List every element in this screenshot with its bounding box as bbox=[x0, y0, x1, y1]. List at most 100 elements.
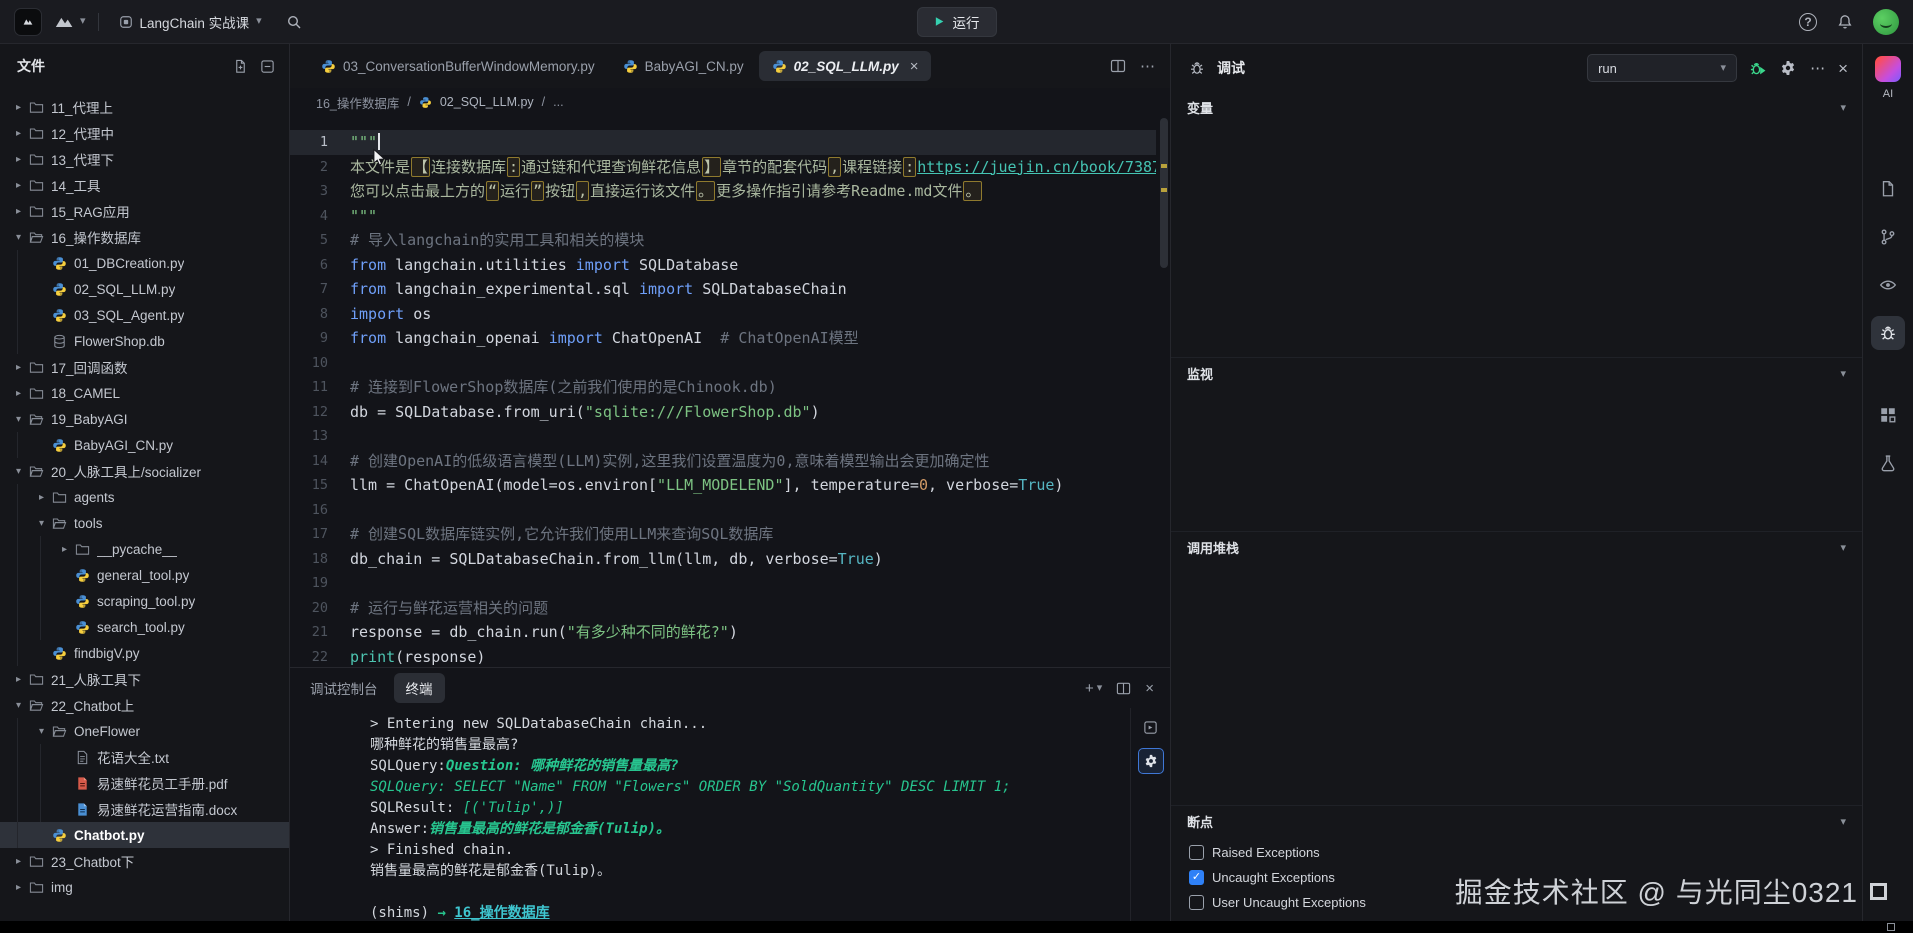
code-line[interactable]: 22print(response) bbox=[290, 645, 1156, 668]
breadcrumb[interactable]: 16_操作数据库 / 02_SQL_LLM.py / ... bbox=[290, 88, 1170, 116]
tree-item[interactable]: 02_SQL_LLM.py bbox=[0, 276, 289, 302]
code-line[interactable]: 12db = SQLDatabase.from_uri("sqlite:///F… bbox=[290, 400, 1156, 425]
line-number[interactable]: 22 bbox=[290, 645, 350, 668]
test-flask-icon[interactable] bbox=[1871, 446, 1905, 480]
line-number[interactable]: 14 bbox=[290, 449, 350, 474]
chevron-down-icon[interactable]: ▾ bbox=[10, 700, 27, 711]
code-line[interactable]: 5# 导入langchain的实用工具和相关的模块 bbox=[290, 228, 1156, 253]
file-tree[interactable]: ▸ 11_代理上▸ 12_代理中▸ 13_代理下▸ 14_工具▸ 15_RAG应… bbox=[0, 88, 289, 921]
chevron-down-icon[interactable]: ▾ bbox=[33, 518, 50, 529]
chevron-right-icon[interactable]: ▸ bbox=[10, 674, 27, 685]
app-logo-icon[interactable] bbox=[14, 8, 42, 36]
chevron-right-icon[interactable]: ▸ bbox=[10, 128, 27, 139]
user-avatar[interactable] bbox=[1873, 9, 1899, 35]
checkbox[interactable] bbox=[1189, 845, 1204, 860]
code-line[interactable]: 14# 创建OpenAI的低级语言模型(LLM)实例,这里我们设置温度为0,意味… bbox=[290, 449, 1156, 474]
new-terminal-button[interactable]: + ▾ bbox=[1085, 680, 1102, 697]
code-line[interactable]: 6from langchain.utilities import SQLData… bbox=[290, 253, 1156, 278]
gear-icon[interactable] bbox=[1778, 58, 1798, 78]
tree-item[interactable]: ▸ img bbox=[0, 874, 289, 900]
tree-item[interactable]: ▸ 15_RAG应用 bbox=[0, 198, 289, 224]
tree-item[interactable]: FlowerShop.db bbox=[0, 328, 289, 354]
code-line[interactable]: 4""" bbox=[290, 204, 1156, 229]
code-line[interactable]: 19 bbox=[290, 571, 1156, 596]
code-line[interactable]: 17# 创建SQL数据库链实例,它允许我们使用LLM来查询SQL数据库 bbox=[290, 522, 1156, 547]
search-icon[interactable] bbox=[282, 10, 306, 34]
close-debug-panel-icon[interactable]: × bbox=[1838, 60, 1848, 77]
code-line[interactable]: 9from langchain_openai import ChatOpenAI… bbox=[290, 326, 1156, 351]
help-icon[interactable]: ? bbox=[1799, 13, 1817, 31]
tree-item[interactable]: ▸ agents bbox=[0, 484, 289, 510]
tree-item[interactable]: ▸ 18_CAMEL bbox=[0, 380, 289, 406]
tree-item[interactable]: ▾ 20_人脉工具上/socializer bbox=[0, 458, 289, 484]
line-number[interactable]: 2 bbox=[290, 155, 350, 180]
chevron-down-icon[interactable]: ▾ bbox=[10, 414, 27, 425]
code-line[interactable]: 21response = db_chain.run("有多少种不同的鲜花?") bbox=[290, 620, 1156, 645]
editor-tab[interactable]: 02_SQL_LLM.py× bbox=[759, 51, 932, 81]
breadcrumb-more[interactable]: ... bbox=[553, 95, 563, 109]
breadcrumb-folder[interactable]: 16_操作数据库 bbox=[316, 93, 399, 112]
new-file-icon[interactable] bbox=[233, 59, 248, 74]
terminal-settings-icon[interactable] bbox=[1138, 748, 1164, 774]
code-line[interactable]: 2本文件是【连接数据库:通过链和代理查询鲜花信息】章节的配套代码,课程链接:ht… bbox=[290, 155, 1156, 180]
chevron-down-icon[interactable]: ▾ bbox=[33, 726, 50, 737]
collapse-folders-icon[interactable] bbox=[260, 59, 275, 74]
section-header-callstack[interactable]: 调用堆栈 ▾ bbox=[1171, 532, 1862, 562]
code-line[interactable]: 16 bbox=[290, 498, 1156, 523]
tree-item[interactable]: ▸ 13_代理下 bbox=[0, 146, 289, 172]
chevron-right-icon[interactable]: ▸ bbox=[10, 362, 27, 373]
tree-item[interactable]: ▾ tools bbox=[0, 510, 289, 536]
line-number[interactable]: 3 bbox=[290, 179, 350, 204]
close-tab-icon[interactable]: × bbox=[910, 59, 919, 74]
chevron-right-icon[interactable]: ▸ bbox=[10, 882, 27, 893]
checkbox[interactable]: ✓ bbox=[1189, 870, 1204, 885]
line-number[interactable]: 13 bbox=[290, 424, 350, 449]
line-number[interactable]: 21 bbox=[290, 620, 350, 645]
tree-item[interactable]: findbigV.py bbox=[0, 640, 289, 666]
tree-item[interactable]: ▸ 21_人脉工具下 bbox=[0, 666, 289, 692]
code-line[interactable]: 13 bbox=[290, 424, 1156, 449]
tree-item[interactable]: ▸ 12_代理中 bbox=[0, 120, 289, 146]
ai-assistant-icon[interactable] bbox=[1875, 56, 1901, 82]
tree-item[interactable]: 易速鲜花运营指南.docx bbox=[0, 796, 289, 822]
tree-item[interactable]: ▸ 17_回调函数 bbox=[0, 354, 289, 380]
chevron-right-icon[interactable]: ▸ bbox=[10, 388, 27, 399]
line-number[interactable]: 19 bbox=[290, 571, 350, 596]
checkbox[interactable] bbox=[1189, 895, 1204, 910]
tree-item[interactable]: scraping_tool.py bbox=[0, 588, 289, 614]
line-number[interactable]: 15 bbox=[290, 473, 350, 498]
more-actions-icon[interactable]: ⋯ bbox=[1808, 57, 1828, 79]
line-number[interactable]: 7 bbox=[290, 277, 350, 302]
debug-icon[interactable] bbox=[1871, 316, 1905, 350]
tree-item[interactable]: search_tool.py bbox=[0, 614, 289, 640]
tree-item[interactable]: Chatbot.py bbox=[0, 822, 289, 848]
source-control-icon[interactable] bbox=[1871, 220, 1905, 254]
code-line[interactable]: 3您可以点击最上方的“运行”按钮,直接运行该文件。更多操作指引请参考Readme… bbox=[290, 179, 1156, 204]
tree-item[interactable]: ▸ __pycache__ bbox=[0, 536, 289, 562]
code-line[interactable]: 18db_chain = SQLDatabaseChain.from_llm(l… bbox=[290, 547, 1156, 572]
close-panel-icon[interactable]: × bbox=[1145, 680, 1154, 697]
tree-item[interactable]: BabyAGI_CN.py bbox=[0, 432, 289, 458]
code-line[interactable]: 1""" bbox=[290, 130, 1156, 155]
preview-eye-icon[interactable] bbox=[1871, 268, 1905, 302]
more-actions-icon[interactable]: ⋯ bbox=[1140, 57, 1156, 75]
chevron-right-icon[interactable]: ▸ bbox=[10, 180, 27, 191]
code-line[interactable]: 7from langchain_experimental.sql import … bbox=[290, 277, 1156, 302]
line-number[interactable]: 17 bbox=[290, 522, 350, 547]
terminal[interactable]: > Entering new SQLDatabaseChain chain...… bbox=[290, 708, 1170, 921]
tree-item[interactable]: general_tool.py bbox=[0, 562, 289, 588]
line-number[interactable]: 1 bbox=[290, 130, 350, 155]
chevron-right-icon[interactable]: ▸ bbox=[10, 206, 27, 217]
explorer-icon[interactable] bbox=[1871, 172, 1905, 206]
chevron-right-icon[interactable]: ▸ bbox=[10, 154, 27, 165]
section-header-watch[interactable]: 监视 ▾ bbox=[1171, 358, 1862, 388]
tree-item[interactable]: ▸ 11_代理上 bbox=[0, 94, 289, 120]
line-number[interactable]: 6 bbox=[290, 253, 350, 278]
section-header-variables[interactable]: 变量 ▾ bbox=[1171, 92, 1862, 122]
breadcrumb-file[interactable]: 02_SQL_LLM.py bbox=[440, 95, 534, 109]
tree-item[interactable]: ▾ OneFlower bbox=[0, 718, 289, 744]
section-header-breakpoints[interactable]: 断点 ▾ bbox=[1171, 806, 1862, 836]
tree-item[interactable]: 01_DBCreation.py bbox=[0, 250, 289, 276]
chevron-right-icon[interactable]: ▸ bbox=[10, 856, 27, 867]
line-number[interactable]: 11 bbox=[290, 375, 350, 400]
